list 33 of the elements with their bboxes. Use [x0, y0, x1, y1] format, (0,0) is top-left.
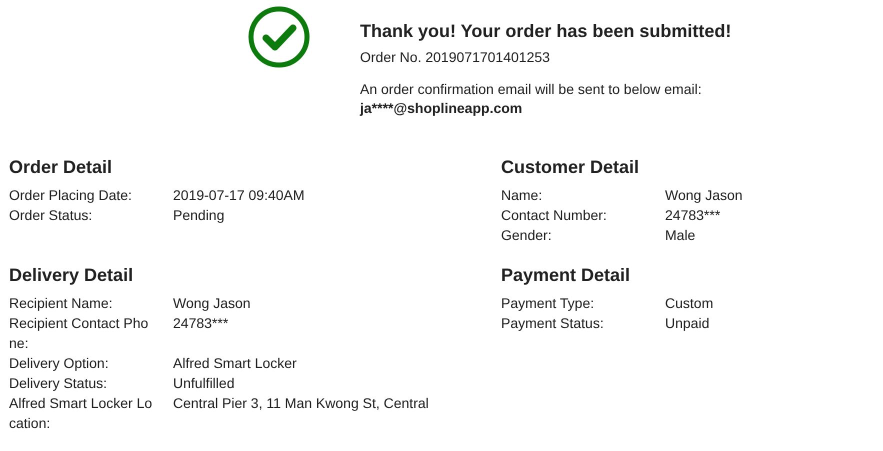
field-value: Wong Jason: [173, 294, 252, 313]
field-label: Delivery Option:: [9, 354, 110, 373]
section-title: Payment Detail: [501, 264, 632, 287]
check-circle-icon: [248, 6, 310, 68]
field-value: Wong Jason: [665, 186, 744, 205]
field-label: Payment Status:: [501, 314, 605, 333]
field-value: Unfulfilled: [173, 374, 236, 393]
email-note: An order confirmation email will be sent to below email:: [360, 80, 703, 99]
field-value: Male: [665, 226, 696, 245]
field-label: Recipient Name:: [9, 294, 114, 313]
field-label: Recipient Contact Phone:: [9, 314, 150, 353]
field-value: 24783***: [173, 314, 230, 333]
field-value: Central Pier 3, 11 Man Kwong St, Central: [173, 394, 430, 413]
field-label: Name:: [501, 186, 544, 205]
confirmation-title: Thank you! Your order has been submitted!: [360, 20, 732, 43]
field-label: Order Status:: [9, 206, 94, 225]
field-label: Contact Number:: [501, 206, 608, 225]
field-label: Gender:: [501, 226, 553, 245]
field-value: 2019-07-17 09:40AM: [173, 186, 306, 205]
field-value: Pending: [173, 206, 226, 225]
field-value: Unpaid: [665, 314, 710, 333]
field-value: Custom: [665, 294, 714, 313]
section-title: Delivery Detail: [9, 264, 134, 287]
field-value: Alfred Smart Locker: [173, 354, 298, 373]
section-title: Order Detail: [9, 156, 114, 179]
email-address: ja****@shoplineapp.com: [360, 99, 524, 117]
field-label: Delivery Status:: [9, 374, 108, 393]
field-label: Payment Type:: [501, 294, 596, 313]
field-value: 24783***: [665, 206, 722, 225]
field-label: Alfred Smart Locker Location:: [9, 394, 153, 433]
section-title: Customer Detail: [501, 156, 640, 179]
field-label: Order Placing Date:: [9, 186, 133, 205]
order-number: Order No. 2019071701401253: [360, 48, 551, 67]
